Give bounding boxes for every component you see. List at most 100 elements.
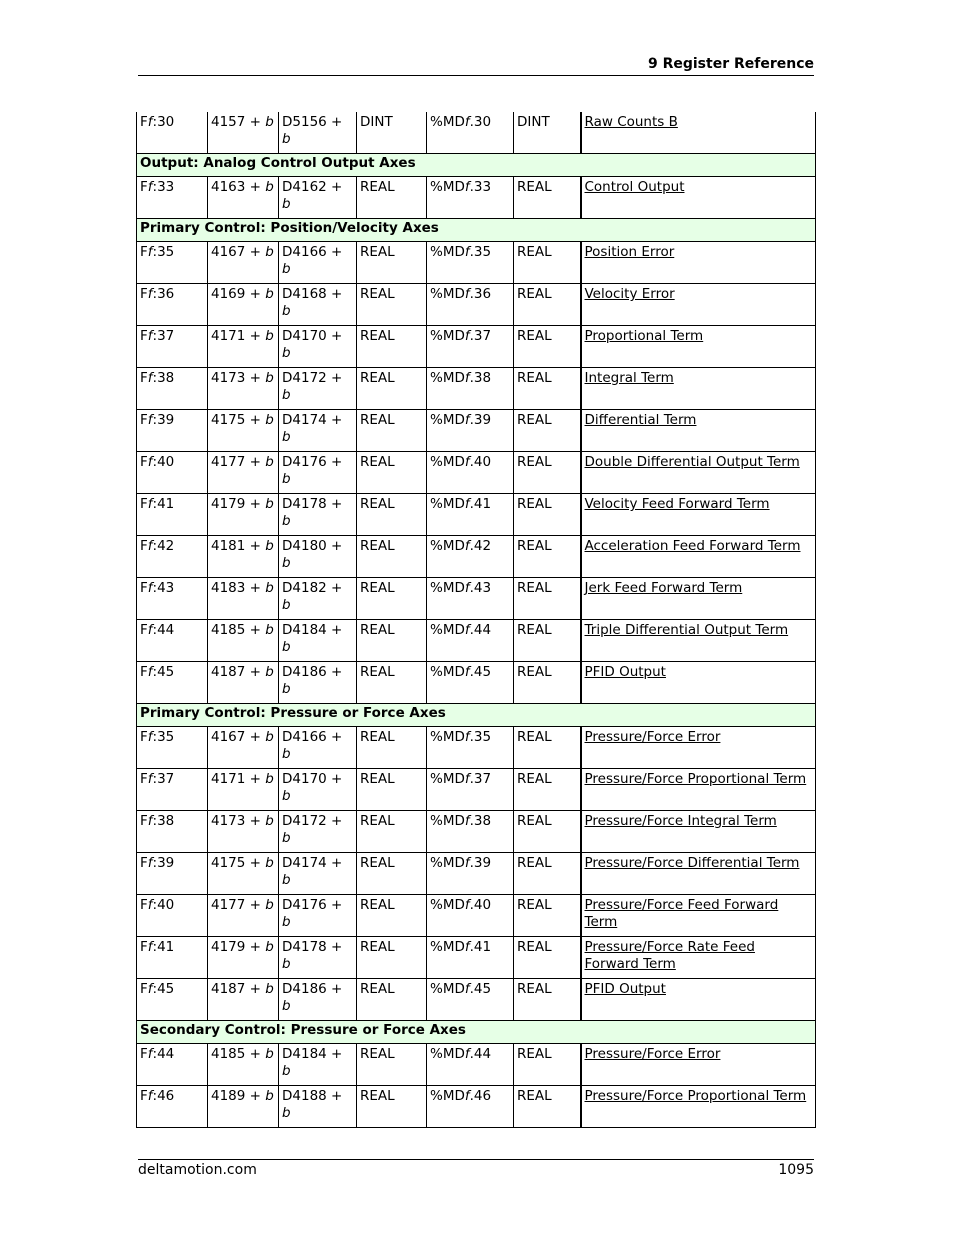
cell-type: REAL xyxy=(356,535,427,578)
cell-modbus: 4177 + b xyxy=(207,894,279,937)
cell-type: REAL xyxy=(356,577,427,620)
cell-type: REAL xyxy=(356,768,427,811)
cell-dfile: D4166 + b xyxy=(278,241,357,284)
cell-param: Ff:36 xyxy=(136,283,208,326)
cell-description: Pressure/Force Differential Term xyxy=(579,852,816,895)
cell-description: Jerk Feed Forward Term xyxy=(579,577,816,620)
cell-iec-type: REAL xyxy=(513,810,581,853)
cell-type: REAL xyxy=(356,936,427,979)
cell-type: REAL xyxy=(356,852,427,895)
cell-type: REAL xyxy=(356,325,427,368)
cell-modbus: 4173 + b xyxy=(207,810,279,853)
cell-address: %MDf.40 xyxy=(426,894,514,937)
cell-address: %MDf.44 xyxy=(426,1043,514,1086)
table-row: Ff:40 4177 + b D4176 + b REAL %MDf.40 REAL Pre… xyxy=(136,894,816,937)
description-link[interactable]: Differential Term xyxy=(585,412,697,428)
cell-address: %MDf.45 xyxy=(426,978,514,1021)
description-link[interactable]: Pressure/Force Proportional Term xyxy=(585,1088,807,1104)
description-link[interactable]: Pressure/Force Error xyxy=(585,729,721,745)
cell-param: Ff:40 xyxy=(136,894,208,937)
cell-address: %MDf.39 xyxy=(426,852,514,895)
cell-dfile: D4176 + b xyxy=(278,451,357,494)
description-link[interactable]: PFID Output xyxy=(585,981,666,997)
page-header-title: 9 Register Reference xyxy=(647,56,814,72)
cell-param: Ff:38 xyxy=(136,810,208,853)
cell-description: Pressure/Force Proportional Term xyxy=(579,1085,816,1128)
cell-modbus: 4163 + b xyxy=(207,176,279,219)
cell-iec-type: REAL xyxy=(513,241,581,284)
table-row: Ff:39 4175 + b D4174 + b REAL %MDf.39 REAL Dif… xyxy=(136,409,816,452)
cell-param: Ff:35 xyxy=(136,726,208,769)
cell-description: Velocity Feed Forward Term xyxy=(579,493,816,536)
cell-type: REAL xyxy=(356,451,427,494)
cell-param: Ff:35 xyxy=(136,241,208,284)
cell-address: %MDf.41 xyxy=(426,936,514,979)
cell-dfile: D4180 + b xyxy=(278,535,357,578)
cell-dfile: D4174 + b xyxy=(278,852,357,895)
cell-description: Proportional Term xyxy=(579,325,816,368)
description-link[interactable]: Triple Differential Output Term xyxy=(585,622,789,638)
cell-address: %MDf.40 xyxy=(426,451,514,494)
cell-iec-type: REAL xyxy=(513,283,581,326)
cell-address: %MDf.36 xyxy=(426,283,514,326)
cell-address: %MDf.38 xyxy=(426,810,514,853)
description-link[interactable]: Double Differential Output Term xyxy=(585,454,800,470)
cell-type: REAL xyxy=(356,619,427,662)
cell-dfile: D5156 + b xyxy=(278,112,357,154)
cell-iec-type: REAL xyxy=(513,661,581,704)
cell-type: REAL xyxy=(356,409,427,452)
cell-type: DINT xyxy=(356,112,427,154)
cell-description: Double Differential Output Term xyxy=(579,451,816,494)
cell-param: Ff:39 xyxy=(136,409,208,452)
description-link[interactable]: Pressure/Force Error xyxy=(585,1046,721,1062)
table-row: Ff:37 4171 + b D4170 + b REAL %MDf.37 REAL Pro… xyxy=(136,325,816,368)
cell-type: REAL xyxy=(356,241,427,284)
table-row: Ff:39 4175 + b D4174 + b REAL %MDf.39 REAL Pre… xyxy=(136,852,816,895)
cell-dfile: D4184 + b xyxy=(278,619,357,662)
cell-modbus: 4167 + b xyxy=(207,726,279,769)
description-link[interactable]: Pressure/Force Proportional Term xyxy=(585,771,807,787)
description-link[interactable]: Pressure/Force Differential Term xyxy=(585,855,800,871)
cell-iec-type: REAL xyxy=(513,978,581,1021)
cell-type: REAL xyxy=(356,493,427,536)
cell-dfile: D4174 + b xyxy=(278,409,357,452)
cell-dfile: D4186 + b xyxy=(278,978,357,1021)
table-row: Ff:43 4183 + b D4182 + b REAL %MDf.43 REAL Jer… xyxy=(136,577,816,620)
cell-param: Ff:37 xyxy=(136,768,208,811)
cell-iec-type: REAL xyxy=(513,409,581,452)
cell-iec-type: REAL xyxy=(513,577,581,620)
cell-modbus: 4183 + b xyxy=(207,577,279,620)
description-link[interactable]: Raw Counts B xyxy=(585,114,678,130)
description-link[interactable]: Jerk Feed Forward Term xyxy=(585,580,743,596)
description-link[interactable]: Integral Term xyxy=(585,370,674,386)
description-link[interactable]: Control Output xyxy=(585,179,685,195)
table-row: Ff:40 4177 + b D4176 + b REAL %MDf.40 REAL Dou… xyxy=(136,451,816,494)
description-link[interactable]: Proportional Term xyxy=(585,328,704,344)
cell-modbus: 4171 + b xyxy=(207,768,279,811)
cell-param: Ff:44 xyxy=(136,1043,208,1086)
cell-modbus: 4169 + b xyxy=(207,283,279,326)
cell-address: %MDf.35 xyxy=(426,241,514,284)
description-link[interactable]: Velocity Feed Forward Term xyxy=(585,496,770,512)
description-link[interactable]: Pressure/Force Rate Feed Forward Term xyxy=(585,939,755,972)
cell-address: %MDf.38 xyxy=(426,367,514,410)
description-link[interactable]: Pressure/Force Integral Term xyxy=(585,813,777,829)
cell-param: Ff:42 xyxy=(136,535,208,578)
description-link[interactable]: Pressure/Force Feed Forward Term xyxy=(585,897,779,930)
cell-description: Integral Term xyxy=(579,367,816,410)
cell-param: Ff:41 xyxy=(136,936,208,979)
cell-dfile: D4168 + b xyxy=(278,283,357,326)
cell-description: Differential Term xyxy=(579,409,816,452)
cell-type: REAL xyxy=(356,176,427,219)
description-link[interactable]: Acceleration Feed Forward Term xyxy=(585,538,801,554)
description-link[interactable]: Velocity Error xyxy=(585,286,675,302)
cell-param: Ff:40 xyxy=(136,451,208,494)
section-title: Primary Control: Position/Velocity Axes xyxy=(136,218,816,242)
cell-param: Ff:38 xyxy=(136,367,208,410)
cell-iec-type: REAL xyxy=(513,535,581,578)
cell-description: Triple Differential Output Term xyxy=(579,619,816,662)
cell-description: Pressure/Force Integral Term xyxy=(579,810,816,853)
table-row: Ff:41 4179 + b D4178 + b REAL %MDf.41 REAL Vel… xyxy=(136,493,816,536)
description-link[interactable]: PFID Output xyxy=(585,664,666,680)
description-link[interactable]: Position Error xyxy=(585,244,675,260)
